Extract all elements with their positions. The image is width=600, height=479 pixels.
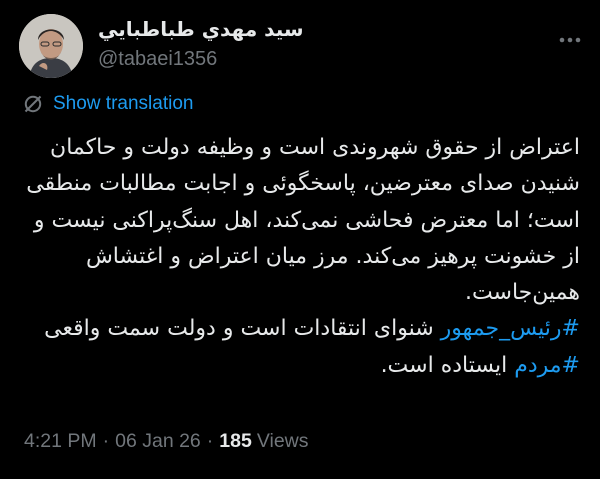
more-icon [559, 37, 581, 43]
tweet-text-segment: شنوای انتقادات است و دولت سمت واقعی [44, 316, 441, 342]
hashtag-people[interactable]: #مردم [514, 353, 580, 378]
avatar[interactable] [19, 14, 83, 78]
tweet-paragraph-1: اعتراض از حقوق شهروندی است و وظیفه دولت … [26, 135, 580, 306]
post-date[interactable]: 06 Jan 26 [115, 430, 201, 453]
views-label: Views [256, 429, 309, 452]
globe-strike-icon [24, 95, 42, 113]
hashtag-president[interactable]: #رئیس_جمهور [441, 316, 580, 341]
avatar-portrait [19, 14, 83, 78]
separator-dot: · [102, 429, 110, 452]
tweet-text: اعتراض از حقوق شهروندی است و وظیفه دولت … [24, 130, 580, 384]
tweet-meta: 4:21 PM · 06 Jan 26 · 185 Views [24, 426, 309, 456]
tweet-text-segment-end: ایستاده است. [380, 352, 515, 378]
views-count: 185 [219, 429, 252, 452]
tweet-paragraph-2: #رئیس_جمهور شنوای انتقادات است و دولت سم… [24, 311, 580, 384]
author-info: سيد مهدي طباطبايي @tabaei1356 [98, 14, 304, 72]
tweet: سيد مهدي طباطبايي @tabaei1356 Show trans… [0, 0, 600, 479]
user-handle[interactable]: @tabaei1356 [98, 46, 304, 72]
show-translation-link[interactable]: Show translation [23, 90, 193, 118]
more-button[interactable] [557, 30, 583, 50]
separator-dot: · [206, 429, 214, 452]
show-translation-label: Show translation [53, 93, 194, 114]
display-name[interactable]: سيد مهدي طباطبايي [98, 14, 304, 44]
post-time[interactable]: 4:21 PM [24, 430, 97, 453]
